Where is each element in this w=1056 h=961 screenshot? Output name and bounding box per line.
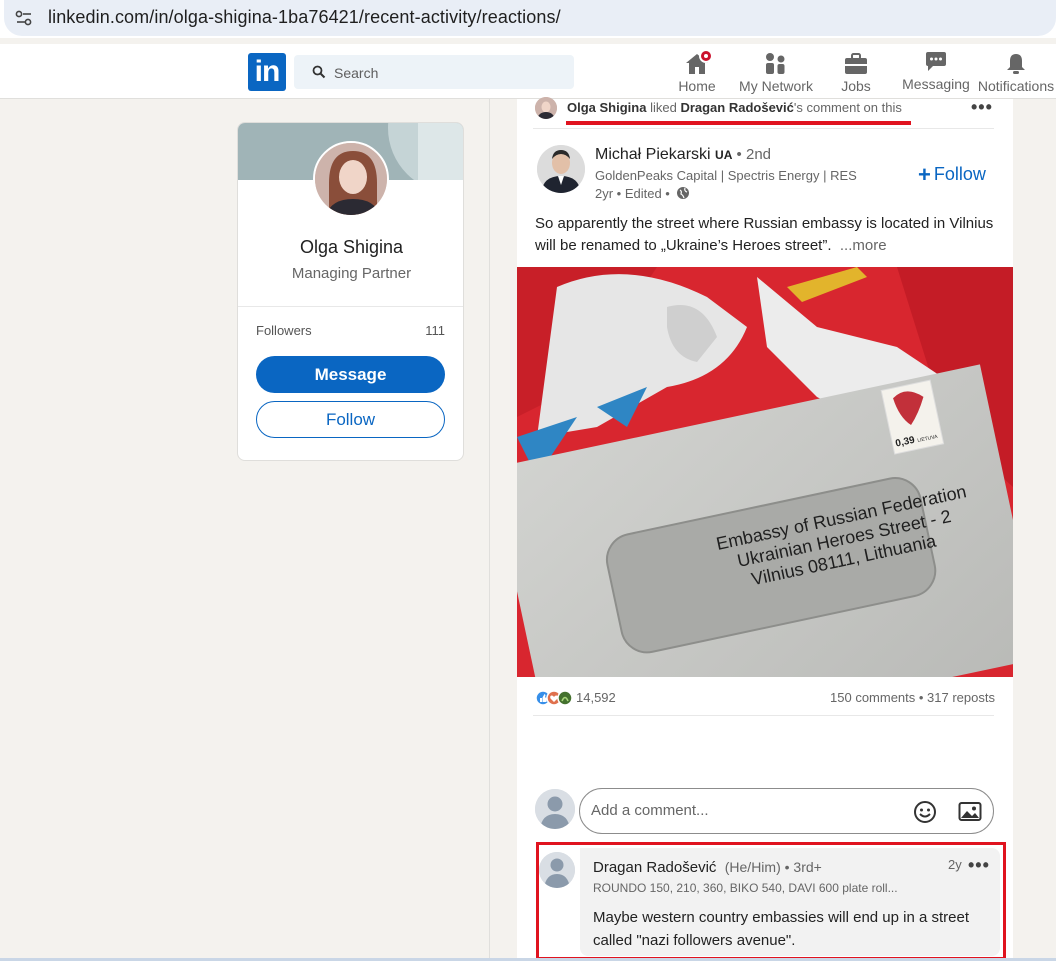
follow-author-button[interactable]: + Follow — [918, 162, 986, 188]
bell-icon — [1007, 54, 1025, 74]
nav-home-label: Home — [678, 78, 716, 94]
divider — [533, 715, 994, 716]
search-input[interactable]: Search — [294, 55, 574, 89]
comment-input[interactable]: Add a comment... — [579, 788, 994, 834]
post-author[interactable]: Michał Piekarski — [595, 146, 711, 163]
network-icon — [766, 53, 785, 74]
photo-icon[interactable] — [958, 801, 982, 823]
nav-notifications[interactable]: Notifications — [976, 48, 1056, 98]
see-more-link[interactable]: ...more — [840, 237, 887, 254]
actor-avatar[interactable] — [535, 97, 557, 119]
nav-messaging[interactable]: Messaging — [900, 46, 972, 96]
nav-jobs[interactable]: Jobs — [830, 48, 882, 98]
post-author-name[interactable]: Michał Piekarski UA • 2nd — [595, 146, 771, 164]
post-author-headline: GoldenPeaks Capital | Spectris Energy | … — [595, 168, 857, 183]
divider — [533, 128, 994, 129]
activity-verb: liked — [646, 100, 681, 115]
plus-icon: + — [918, 162, 931, 187]
profile-avatar[interactable] — [313, 141, 389, 217]
activity-target[interactable]: Dragan Radošević — [680, 100, 793, 115]
social-counts: 14,592 150 comments • 317 reposts — [535, 687, 995, 709]
browser-url-bar: linkedin.com/in/olga-shigina-1ba76421/re… — [0, 0, 1056, 38]
post-time: 2yr • Edited • — [595, 186, 670, 201]
notification-badge — [699, 49, 713, 63]
site-settings-icon[interactable] — [14, 8, 34, 28]
search-icon — [312, 65, 326, 79]
activity-suffix: 's comment on this — [793, 100, 902, 115]
messaging-icon — [926, 52, 946, 71]
post-image[interactable]: Embassy of Russian Federation Ukrainian … — [517, 267, 1013, 677]
profile-title: Managing Partner — [291, 265, 412, 282]
briefcase-icon — [845, 53, 867, 74]
activity-header: Olga Shigina liked Dragan Radošević's co… — [535, 97, 995, 121]
followers-label: Followers — [256, 323, 312, 338]
linkedin-header: in Search Home My Network Jobs Messaging… — [0, 44, 1056, 99]
comments-reposts-count[interactable]: 150 comments • 317 reposts — [830, 690, 995, 705]
post-text: So apparently the street where Russian e… — [535, 213, 995, 257]
activity-menu-icon[interactable]: ••• — [971, 97, 993, 118]
divider — [238, 306, 463, 307]
profile-name[interactable]: Olga Shigina — [238, 237, 463, 258]
connection-degree: • 2nd — [732, 146, 772, 163]
message-button[interactable]: Message — [256, 356, 445, 393]
activity-text: Olga Shigina liked Dragan Radošević's co… — [567, 100, 902, 115]
post-body: So apparently the street where Russian e… — [535, 215, 994, 254]
comment-placeholder: Add a comment... — [591, 802, 709, 819]
search-placeholder: Search — [334, 65, 379, 81]
red-box-annotation — [536, 842, 1006, 960]
reaction-icons[interactable] — [535, 689, 575, 707]
follow-button[interactable]: Follow — [256, 401, 445, 438]
nav-home[interactable]: Home — [670, 48, 724, 98]
author-flag: UA — [715, 148, 733, 162]
red-underline-annotation — [566, 121, 911, 125]
activity-actor[interactable]: Olga Shigina — [567, 100, 646, 115]
current-user-avatar — [535, 789, 575, 829]
post-timestamp: 2yr • Edited • — [595, 186, 690, 201]
reactions-count[interactable]: 14,592 — [576, 690, 616, 705]
followers-count: 111 — [425, 323, 445, 338]
nav-my-network-label: My Network — [739, 78, 813, 94]
url-text[interactable]: linkedin.com/in/olga-shigina-1ba76421/re… — [48, 7, 561, 28]
follow-author-label: Follow — [933, 164, 986, 184]
nav-notifications-label: Notifications — [977, 78, 1055, 94]
nav-jobs-label: Jobs — [841, 78, 871, 94]
nav-my-network[interactable]: My Network — [736, 48, 816, 98]
profile-card: Olga Shigina Managing Partner Followers … — [237, 122, 464, 461]
author-avatar[interactable] — [537, 145, 585, 193]
linkedin-logo[interactable]: in — [248, 53, 286, 91]
emoji-icon[interactable] — [913, 800, 937, 824]
nav-messaging-label: Messaging — [902, 76, 970, 92]
globe-icon — [677, 187, 690, 199]
